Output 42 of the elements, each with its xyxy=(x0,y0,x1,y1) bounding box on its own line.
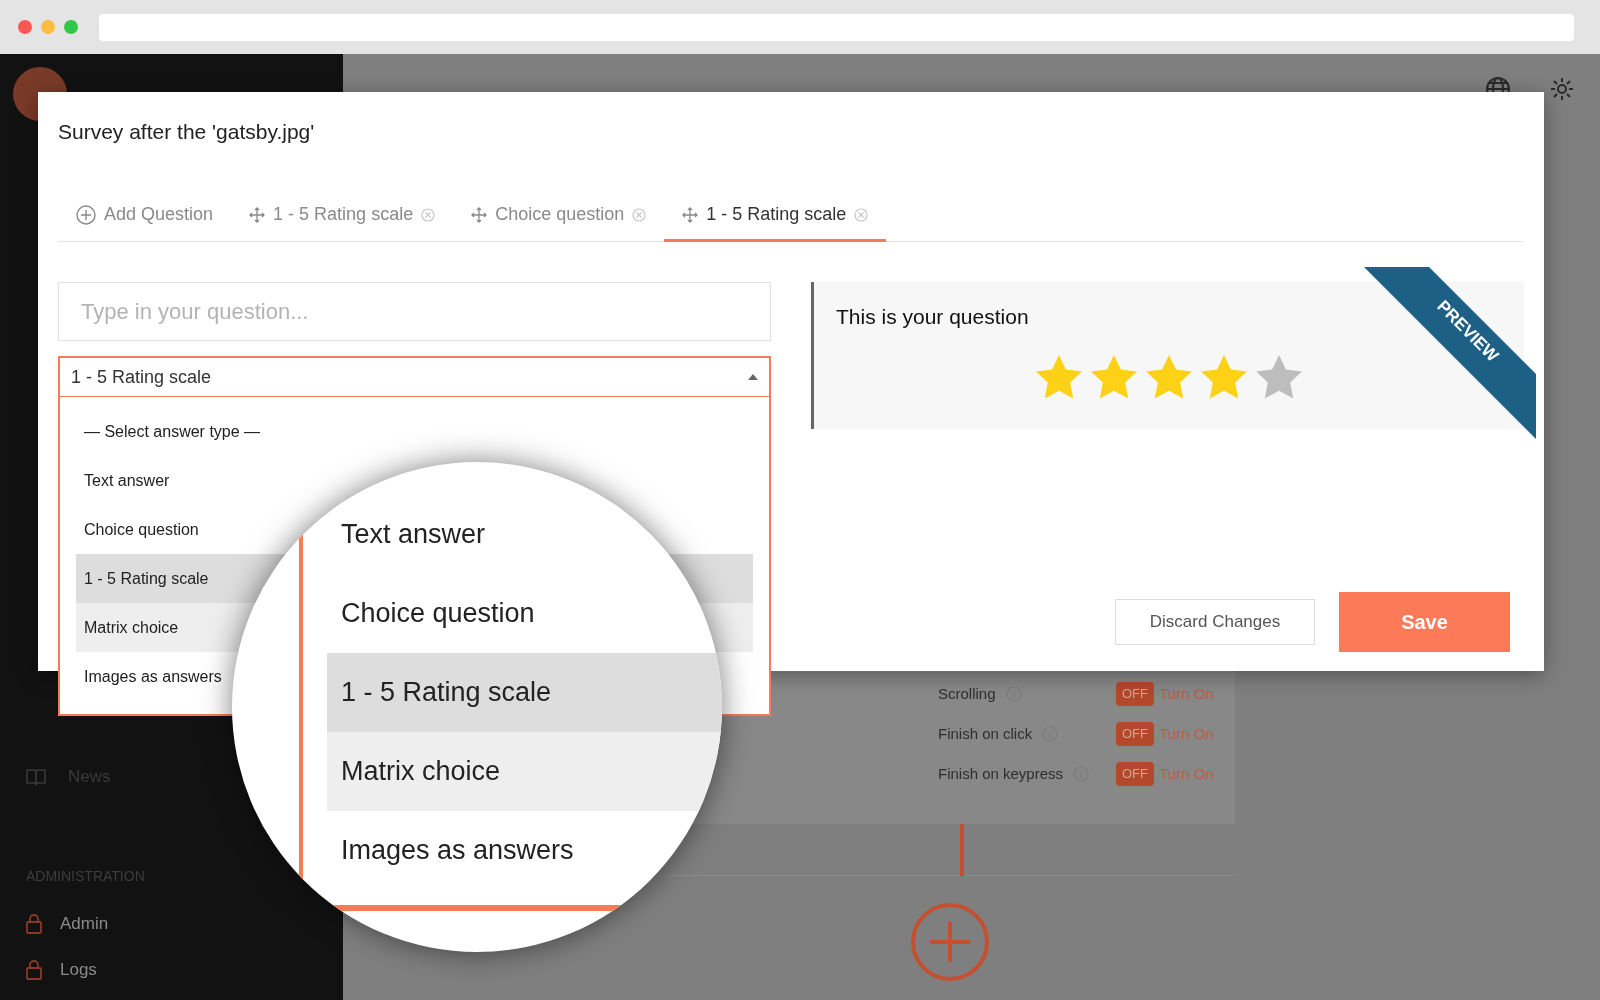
star-icon xyxy=(1145,354,1193,400)
close-icon[interactable] xyxy=(854,207,869,222)
close-icon[interactable] xyxy=(421,207,436,222)
address-bar[interactable] xyxy=(99,13,1574,41)
magnified-option: Matrix choice xyxy=(327,732,722,811)
star-icon xyxy=(1035,354,1083,400)
move-icon[interactable] xyxy=(249,206,266,223)
add-icon[interactable] xyxy=(909,902,990,982)
caret-up-icon xyxy=(748,374,758,380)
setting-label: Finish on click xyxy=(938,723,1033,744)
star-icon xyxy=(1200,354,1248,400)
dropdown-option[interactable]: Matrix choice xyxy=(84,615,179,640)
magnified-option: Choice question xyxy=(327,574,722,653)
preview-question: This is your question xyxy=(836,304,1029,330)
lock-icon xyxy=(26,960,42,980)
dropdown-option[interactable]: — Select answer type — xyxy=(84,419,261,444)
dropdown-option[interactable]: Images as answers xyxy=(84,664,222,689)
question-tab[interactable]: 1 - 5 Rating scale xyxy=(231,190,454,242)
add-icon xyxy=(76,204,96,225)
lock-icon xyxy=(26,914,42,934)
question-tab[interactable]: 1 - 5 Rating scale xyxy=(664,190,887,242)
dialog-title: Survey after the 'gatsby.jpg' xyxy=(58,119,316,145)
sidebar-item[interactable]: Logs xyxy=(60,957,97,983)
magnified-option: Text answer xyxy=(327,495,722,574)
dropdown-option[interactable]: Choice question xyxy=(84,517,199,542)
move-icon[interactable] xyxy=(682,206,699,223)
magnified-option: Images as answers xyxy=(327,811,722,890)
discard-button[interactable]: Discard Changes xyxy=(1115,599,1315,645)
star-icon xyxy=(1090,354,1138,400)
question-tab[interactable]: Choice question xyxy=(453,190,665,242)
sidebar-item[interactable]: Admin xyxy=(60,911,109,937)
dropdown-option[interactable]: Text answer xyxy=(84,468,170,493)
magnified-option: 1 - 5 Rating scale xyxy=(327,653,722,732)
setting-label: Scrolling xyxy=(938,683,996,704)
star-icon xyxy=(1255,354,1303,400)
dropdown-option[interactable]: 1 - 5 Rating scale xyxy=(84,566,209,591)
question-field[interactable]: Type in your question... xyxy=(58,282,771,341)
move-icon[interactable] xyxy=(471,206,488,223)
setting-label: Finish on keypress xyxy=(938,763,1064,784)
question-tab[interactable]: Add Question xyxy=(58,190,232,242)
close-icon[interactable] xyxy=(632,207,647,222)
book-icon xyxy=(26,768,46,786)
